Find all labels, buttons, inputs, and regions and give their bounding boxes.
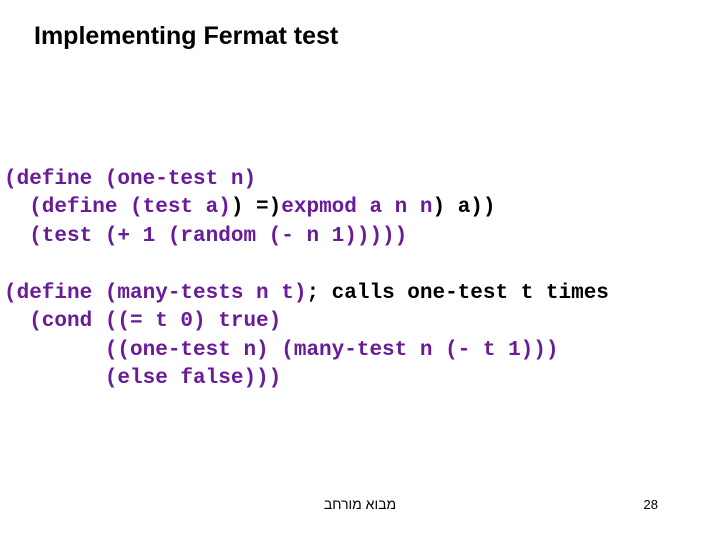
page-number: 28 [644,497,658,512]
code-line: expmod a n n [281,196,432,219]
code-line: ((one-test n) (many-test n (- t 1))) [4,339,559,362]
slide-title: Implementing Fermat test [34,22,338,51]
code-block-one-test: (define (one-test n) (define (test a)) =… [4,166,496,251]
code-line: ) =) [231,196,281,219]
code-line: (define (test a) [4,196,231,219]
code-line: (define (many-tests n t) [4,282,306,305]
code-block-many-tests: (define (many-tests n t); calls one-test… [4,280,609,393]
code-line: ) a)) [433,196,496,219]
code-line: (test (+ 1 (random (- n 1))))) [4,225,407,248]
footer-text: מבוא מורחב [324,496,396,512]
code-line: (define (one-test n) [4,168,256,191]
code-line: (cond ((= t 0) true) [4,310,281,333]
code-comment: ; calls one-test t times [306,282,608,305]
code-line: (else false))) [4,367,281,390]
